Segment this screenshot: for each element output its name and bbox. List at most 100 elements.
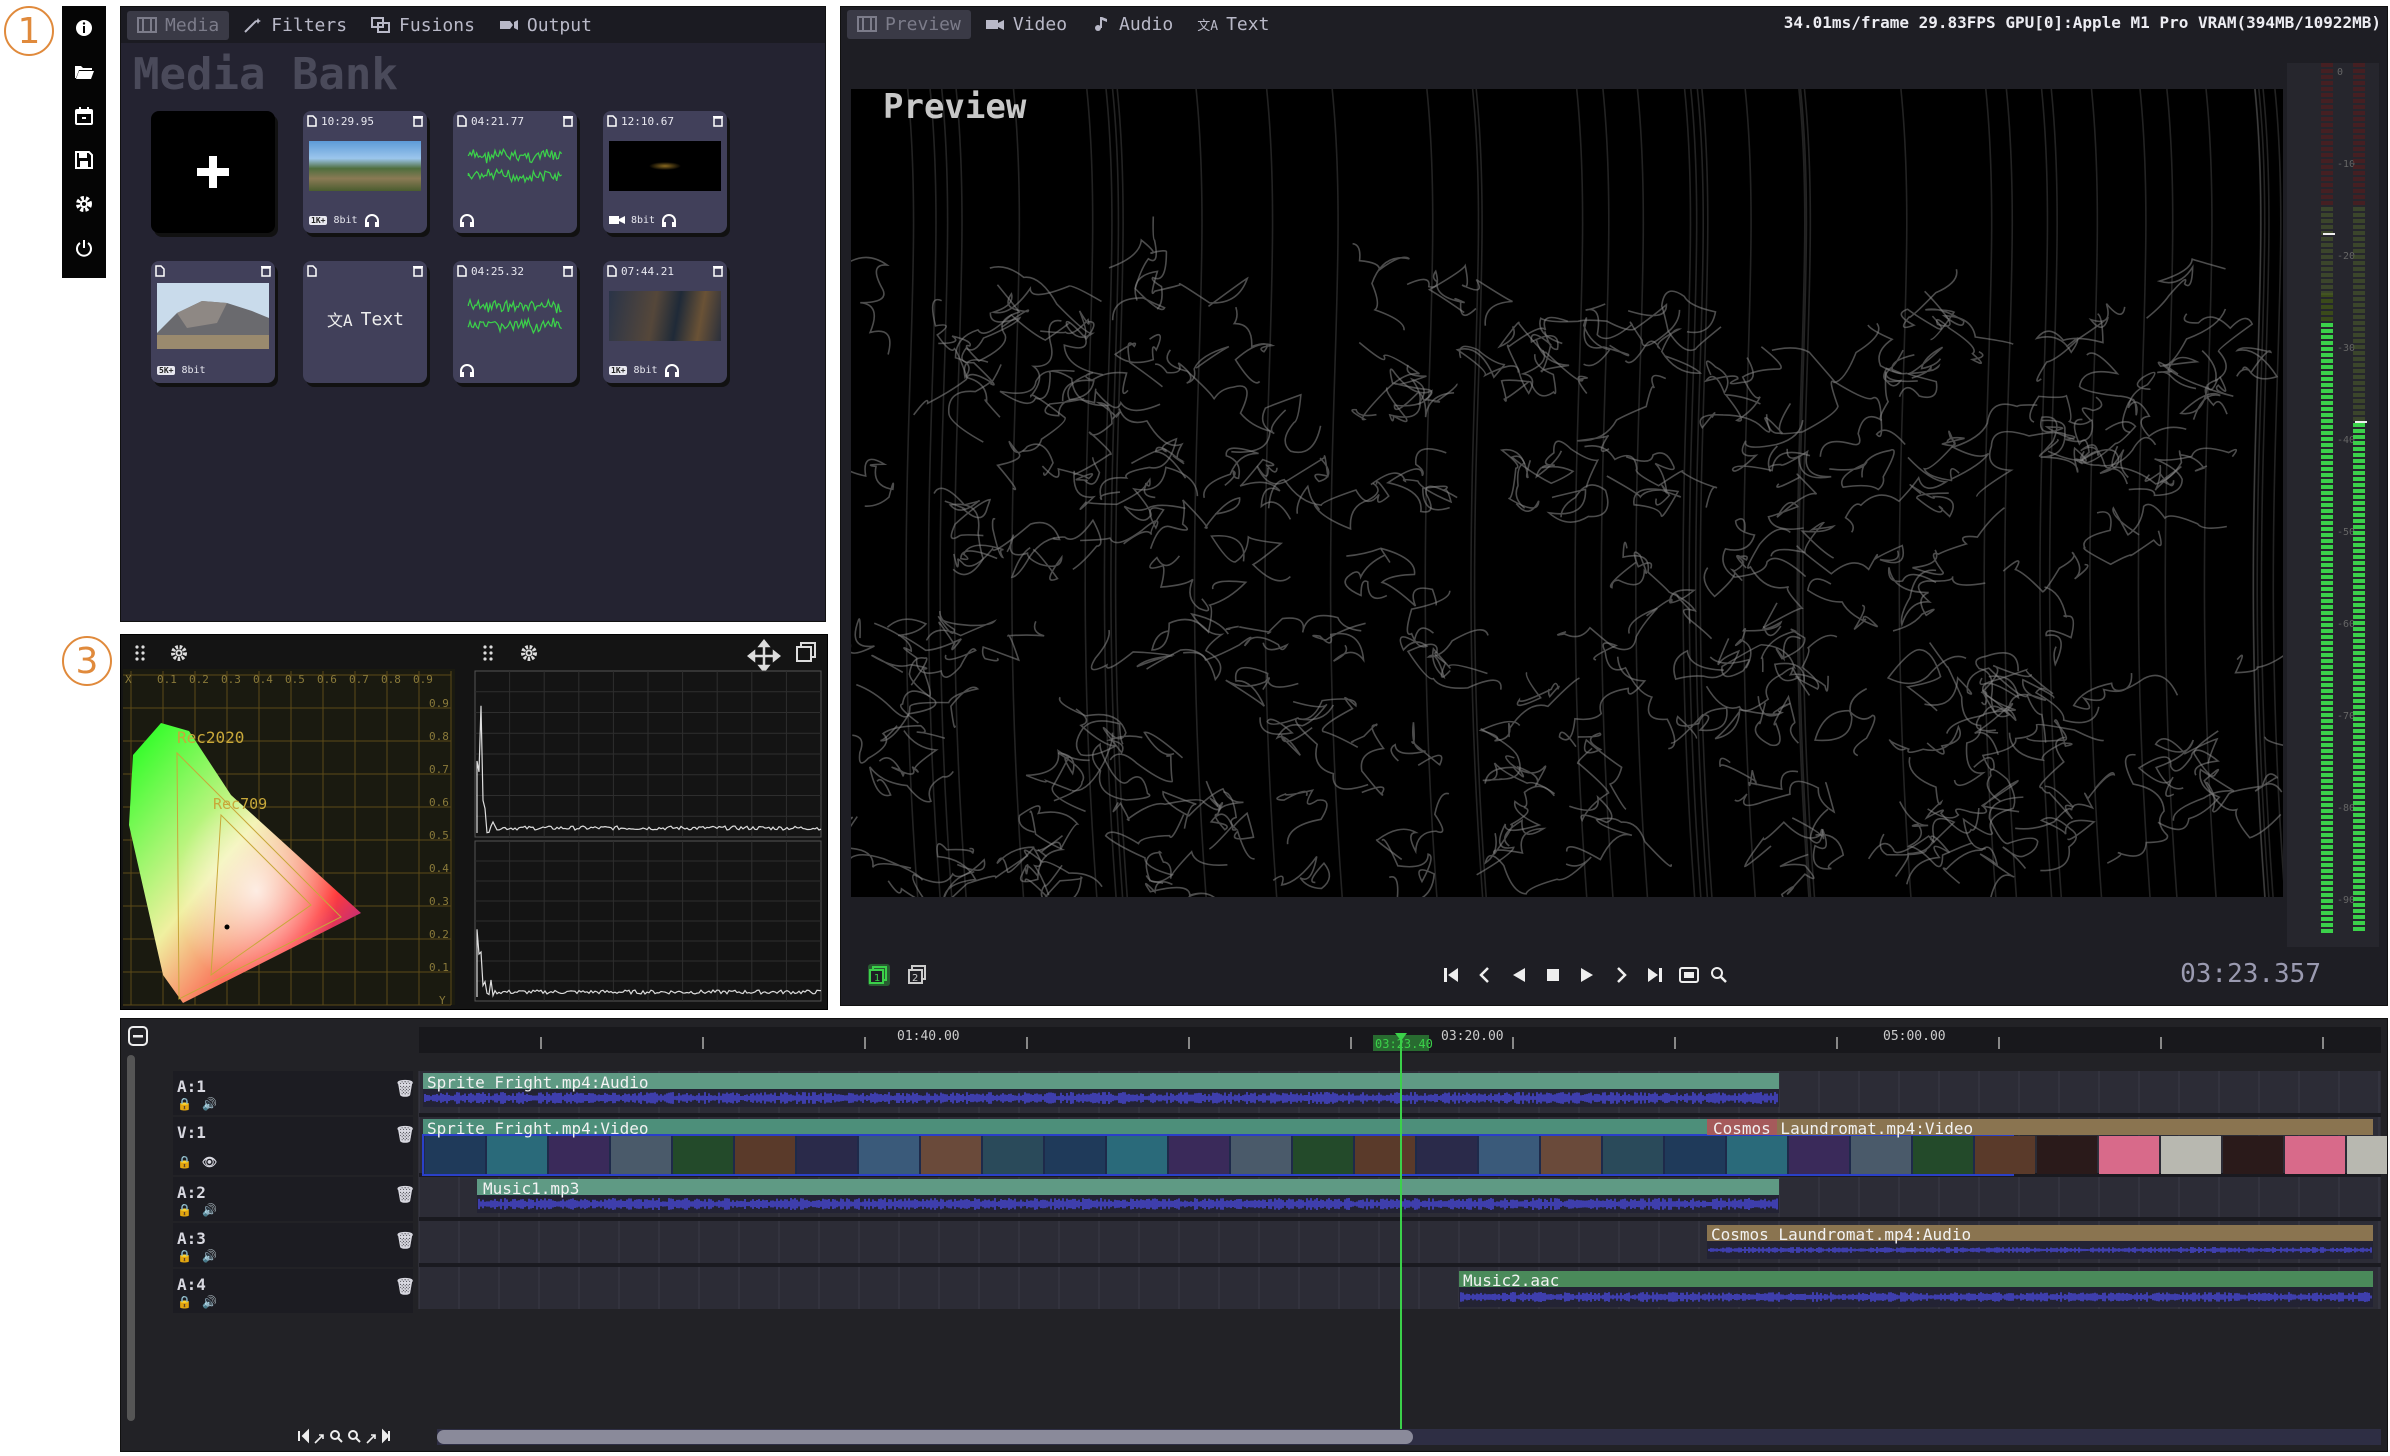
lock-icon[interactable]: 🔒	[177, 1295, 192, 1309]
layer-1-icon: 1	[868, 964, 890, 986]
media-card[interactable]: 5K+ 8bit	[151, 261, 275, 383]
go-to-start-button[interactable]	[1435, 959, 1467, 991]
clip-label: Sprite Fright.mp4:Audio	[427, 1073, 649, 1092]
bit-depth: 8bit	[333, 214, 358, 226]
file-icon	[457, 265, 467, 277]
track-header-v1[interactable]: V:1 🗑 🔒 👁	[173, 1117, 415, 1175]
tab-media[interactable]: Media	[127, 10, 230, 40]
gear-icon[interactable]	[171, 645, 187, 661]
cie-y-tick: 0.6	[429, 796, 449, 809]
stop-button[interactable]	[1537, 959, 1569, 991]
play-button[interactable]	[1571, 959, 1603, 991]
file-icon	[607, 115, 617, 127]
tab-video-label: Video	[1012, 13, 1068, 35]
speaker-icon[interactable]: 🔊	[202, 1295, 217, 1309]
meter-tick: -60	[2337, 619, 2355, 630]
lock-icon[interactable]: 🔒	[177, 1203, 192, 1217]
bit-depth: 8bit	[181, 364, 206, 376]
media-card[interactable]: 12:10.67 8bit	[603, 111, 727, 233]
trash-icon[interactable]	[563, 265, 573, 277]
video-viewport[interactable]	[851, 89, 2283, 897]
save-project-button[interactable]	[62, 138, 106, 182]
text-media-label: Text	[360, 308, 404, 330]
lock-icon[interactable]: 🔒	[177, 1097, 192, 1111]
horizontal-scrollbar-thumb[interactable]	[437, 1430, 1413, 1444]
previous-frame-button[interactable]	[1469, 959, 1501, 991]
tab-preview[interactable]: Preview	[847, 9, 971, 39]
view-mode-2-button[interactable]: 2	[901, 959, 933, 991]
gear-icon[interactable]	[521, 645, 537, 661]
trash-icon[interactable]	[563, 115, 573, 127]
track-header-a1[interactable]: A:1 🗑 🔒 🔊	[173, 1071, 415, 1115]
lock-icon[interactable]: 🔒	[177, 1249, 192, 1263]
tab-audio[interactable]: Audio	[1081, 10, 1183, 39]
power-icon	[76, 240, 92, 257]
media-card[interactable]: 10:29.95 1K+ 8bit	[303, 111, 427, 233]
tab-fusions-label: Fusions	[399, 14, 475, 36]
speaker-icon[interactable]: 🔊	[202, 1249, 217, 1263]
move-icon[interactable]	[746, 638, 782, 674]
resolution-badge: 1K+	[609, 365, 628, 375]
quit-button[interactable]	[62, 226, 106, 270]
media-card[interactable]: 07:44.21 1K+ 8bit	[603, 261, 727, 383]
svg-text:2: 2	[912, 973, 918, 984]
trash-icon[interactable]: 🗑	[395, 1277, 415, 1296]
aspect-ratio-button[interactable]	[1673, 959, 1705, 991]
media-card[interactable]: 文A Text	[303, 261, 427, 383]
lock-icon[interactable]: 🔒	[177, 1155, 192, 1169]
file-icon	[155, 265, 165, 277]
trash-icon[interactable]: 🗑	[395, 1125, 415, 1144]
trash-icon[interactable]	[413, 265, 423, 277]
drag-handle-icon[interactable]	[135, 645, 145, 661]
settings-button[interactable]	[62, 182, 106, 226]
new-project-button[interactable]	[62, 94, 106, 138]
trash-icon[interactable]	[713, 265, 723, 277]
speaker-icon[interactable]: 🔊	[202, 1203, 217, 1217]
clip-music2[interactable]	[1459, 1271, 2373, 1287]
eye-icon[interactable]: 👁	[202, 1155, 217, 1169]
open-project-button[interactable]	[62, 50, 106, 94]
tab-fusions[interactable]: Fusions	[361, 11, 485, 40]
tab-media-label: Media	[165, 14, 220, 36]
speaker-icon[interactable]: 🔊	[202, 1097, 217, 1111]
trash-icon[interactable]: 🗑	[395, 1079, 415, 1098]
media-thumbnail	[157, 283, 269, 349]
cie-x-tick: 0.8	[381, 673, 401, 686]
zoom-button[interactable]	[1703, 959, 1735, 991]
vertical-scrollbar[interactable]	[127, 1055, 135, 1421]
ruler-label: 05:00.00	[1883, 1029, 1946, 1044]
media-card[interactable]: 04:25.32	[453, 261, 577, 383]
rec709-label: Rec709	[213, 795, 267, 813]
view-mode-1-button[interactable]: 1	[863, 959, 895, 991]
tab-filters-label: Filters	[271, 14, 348, 36]
play-reverse-button[interactable]	[1503, 959, 1535, 991]
tab-video[interactable]: Video	[975, 10, 1077, 39]
track-header-a4[interactable]: A:4 🗑 🔒 🔊	[173, 1269, 415, 1313]
go-to-end-button[interactable]	[1639, 959, 1671, 991]
trash-icon[interactable]	[261, 265, 271, 277]
cie-x-tick: 0.6	[317, 673, 337, 686]
trash-icon[interactable]: 🗑	[395, 1231, 415, 1250]
tab-output[interactable]: Output	[489, 11, 602, 40]
layout-icon[interactable]	[796, 642, 816, 662]
resolution-badge: 5K+	[157, 365, 176, 375]
folder-open-icon	[75, 66, 94, 79]
track-name: A:1	[177, 1077, 206, 1096]
drag-handle-icon[interactable]	[483, 645, 493, 661]
trash-icon[interactable]: 🗑	[395, 1185, 415, 1204]
media-card[interactable]: 04:21.77	[453, 111, 577, 233]
info-icon	[76, 20, 92, 36]
info-button[interactable]	[62, 6, 106, 50]
add-media-button[interactable]	[151, 111, 275, 233]
next-frame-button[interactable]	[1605, 959, 1637, 991]
tab-filters[interactable]: Filters	[233, 11, 357, 40]
collapse-timeline-button[interactable]	[128, 1026, 148, 1046]
track-header-a3[interactable]: A:3 🗑 🔒 🔊	[173, 1223, 415, 1267]
cie-y-tick: 0.5	[429, 829, 449, 842]
trash-icon[interactable]	[713, 115, 723, 127]
timeline-zoom-controls[interactable]	[298, 1428, 390, 1444]
tab-text[interactable]: 文A Text	[1187, 10, 1279, 39]
clip-music1[interactable]	[477, 1179, 1779, 1195]
trash-icon[interactable]	[413, 115, 423, 127]
track-header-a2[interactable]: A:2 🗑 🔒 🔊	[173, 1177, 415, 1221]
